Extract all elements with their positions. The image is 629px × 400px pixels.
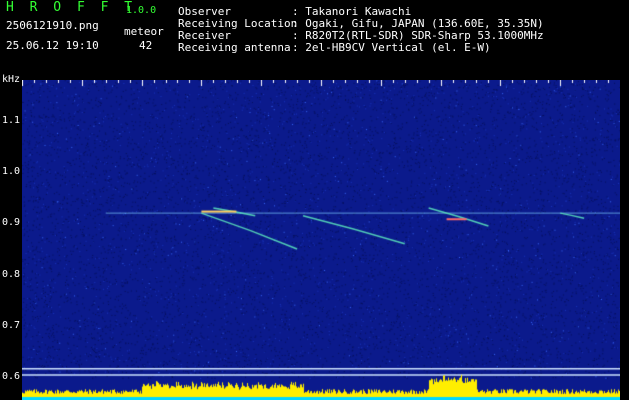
datetime: 25.06.12 19:10	[6, 39, 99, 52]
meteor-count: 42	[139, 39, 153, 52]
filename: 2506121910.png	[6, 19, 99, 32]
antenna-value: : 2el-HB9CV Vertical (el. E-W)	[292, 41, 491, 54]
spectrogram-canvas	[22, 80, 620, 400]
y-tick-label: 0.8	[2, 268, 21, 280]
y-tick-label: 0.6	[2, 370, 21, 382]
y-tick-label: 0.9	[2, 217, 21, 229]
y-axis-label: kHz	[2, 74, 21, 85]
app-version: 1.0.0	[126, 5, 157, 16]
y-tick-label: 1.0	[2, 166, 21, 178]
app-name: H R O F F T	[6, 0, 137, 15]
y-tick-label: 1.1	[2, 114, 21, 126]
header-panel: H R O F F T 1.0.0 2506121910.png 25.06.1…	[0, 0, 629, 72]
y-tick-label: 0.7	[2, 319, 21, 331]
meteor-label: meteor	[124, 25, 164, 38]
antenna-label: Receiving antenna	[178, 41, 291, 54]
